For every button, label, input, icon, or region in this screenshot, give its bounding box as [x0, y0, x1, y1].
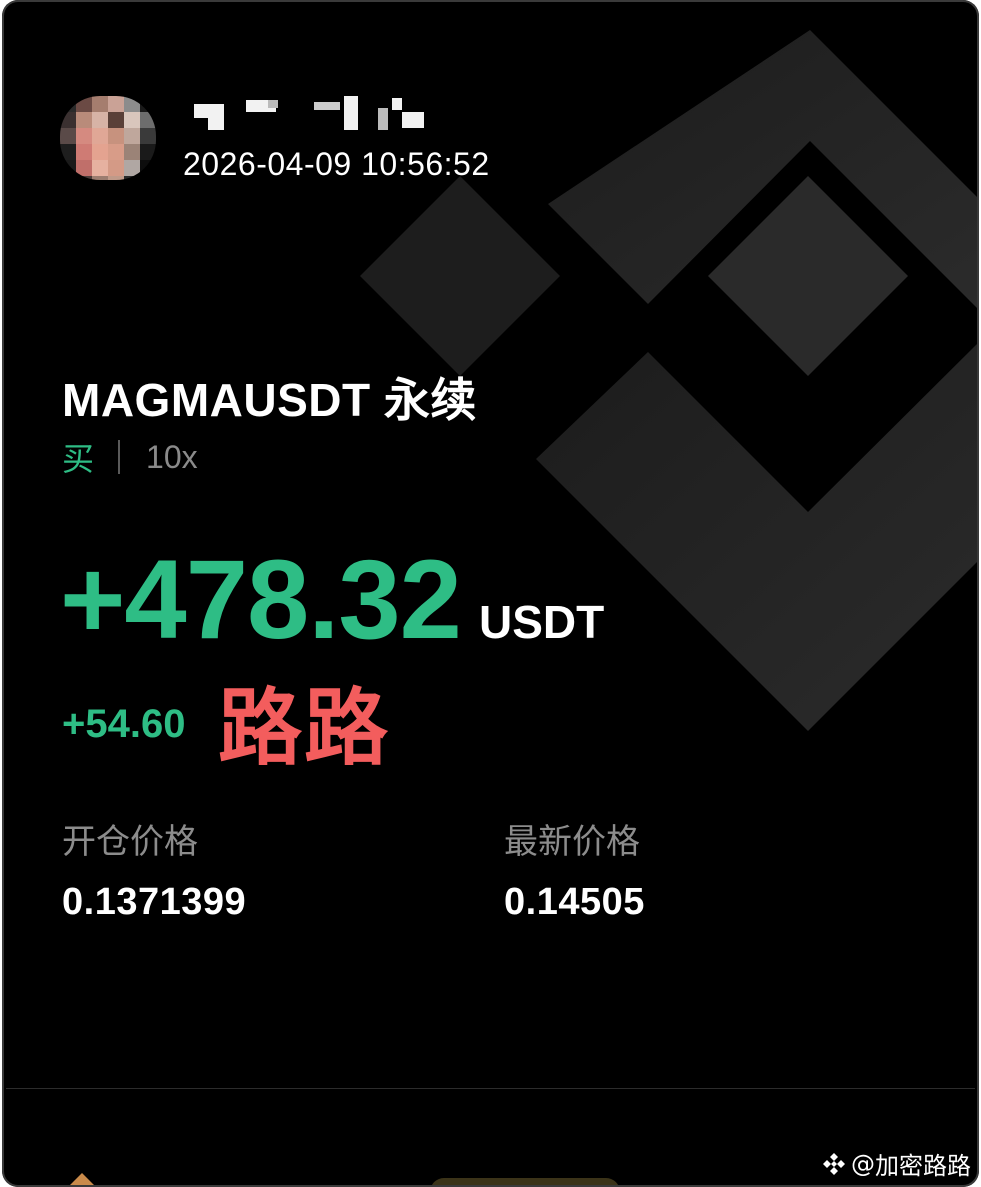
last-price-label: 最新价格 — [504, 822, 640, 862]
avatar — [60, 96, 156, 180]
contract-symbol: MAGMAUSDT 永续 — [62, 374, 477, 426]
pnl-amount: +478.32 — [60, 537, 462, 662]
last-price: 最新价格 0.14505 — [504, 814, 645, 924]
entry-price-value: 0.1371399 — [62, 881, 247, 923]
entry-price-label: 开仓价格 — [62, 822, 198, 862]
author-credit: @ 加密路路 — [821, 1146, 971, 1181]
position-meta: 买 10x — [62, 434, 198, 480]
position-side: 买 — [62, 441, 95, 477]
roi-percent: +54.60 — [62, 702, 186, 746]
timestamp: 2026-04-09 10:56:52 — [183, 146, 490, 182]
credit-at-symbol: @ — [851, 1149, 875, 1178]
entry-price: 开仓价格 0.1371399 — [62, 814, 246, 924]
footer-divider — [6, 1088, 975, 1089]
username-pixelated — [194, 94, 434, 130]
credit-name: 加密路路 — [875, 1152, 971, 1180]
pnl-unit: USDT — [478, 596, 605, 648]
last-price-value: 0.14505 — [504, 881, 645, 923]
pnl-row: +478.32 USDT — [60, 544, 604, 656]
binance-diamond-icon — [823, 1152, 845, 1175]
pnl-share-card: 2026-04-09 10:56:52 MAGMAUSDT 永续 买 10x +… — [2, 0, 979, 1187]
leverage: 10x — [146, 438, 198, 475]
meta-divider — [118, 440, 121, 474]
overlay-watermark-text: 路路 — [218, 679, 391, 777]
footer-button-fragment — [430, 1178, 620, 1187]
